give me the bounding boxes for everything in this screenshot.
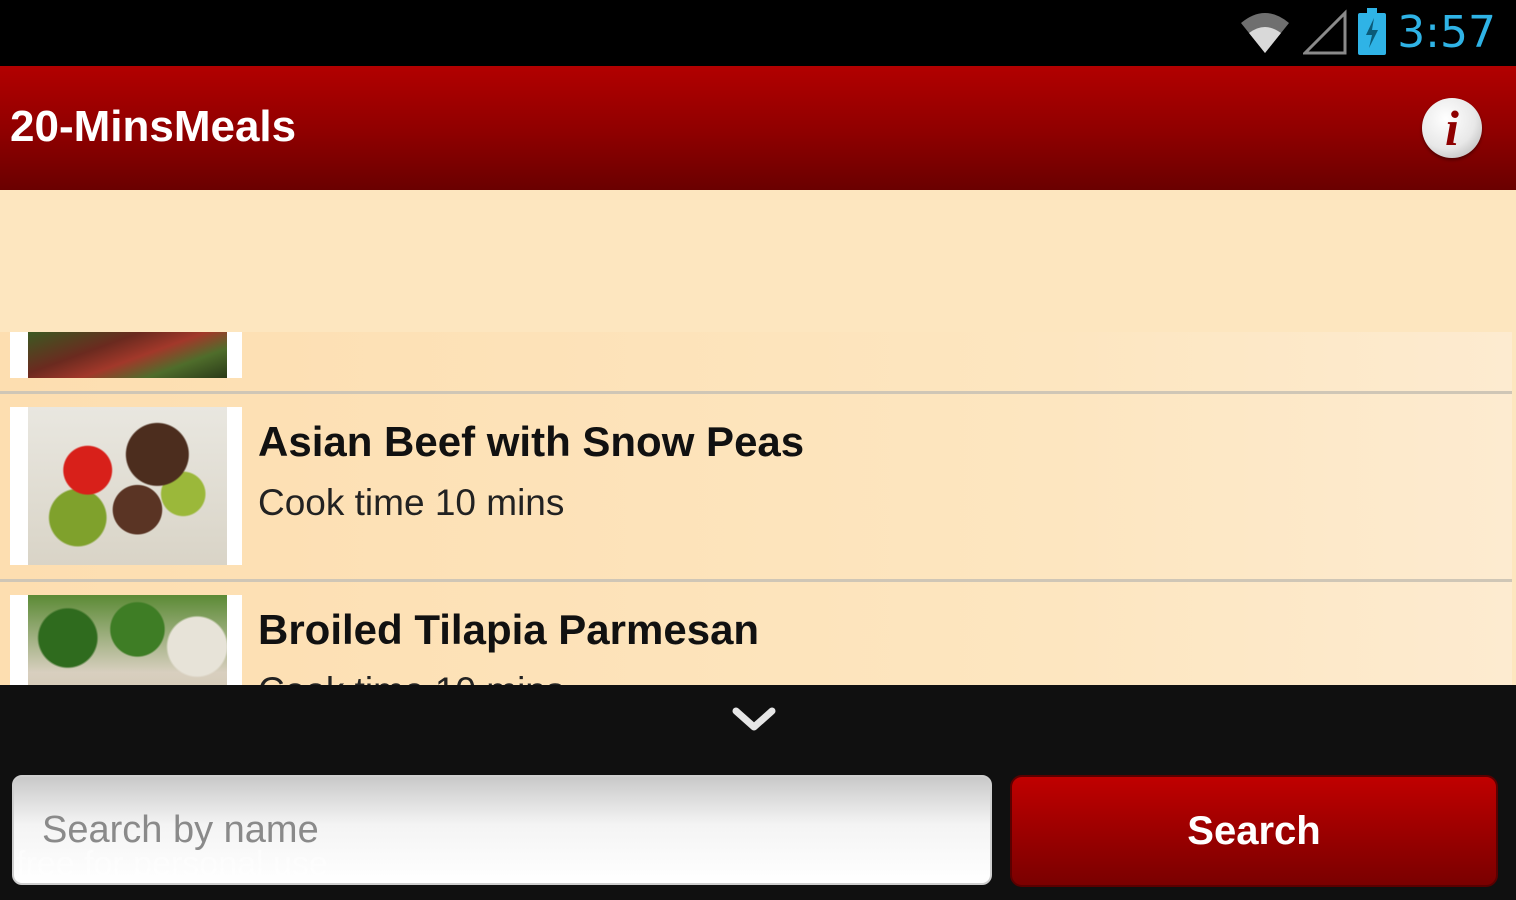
bottom-panel: free for personal use Search <box>0 685 1516 900</box>
info-icon: i <box>1445 100 1459 156</box>
wifi-icon <box>1241 13 1290 53</box>
recipe-thumbnail <box>10 595 242 685</box>
recipe-title: Asian Beef with Snow Peas <box>258 418 805 465</box>
recipe-list-item[interactable] <box>0 332 1512 394</box>
status-clock: 3:57 <box>1397 6 1496 58</box>
app-bar: 20-MinsMeals i <box>0 66 1516 190</box>
recipe-thumbnail <box>10 407 242 565</box>
search-input[interactable] <box>12 775 992 885</box>
search-button[interactable]: Search <box>1010 775 1498 887</box>
info-button[interactable]: i <box>1422 98 1482 158</box>
list-empty-area <box>0 190 1516 332</box>
chevron-down-icon[interactable] <box>730 705 778 735</box>
status-icons: 3:57 <box>1237 4 1496 60</box>
battery-charging-icon <box>1358 8 1387 55</box>
recipe-thumbnail <box>10 332 242 378</box>
recipe-cook-time: Cook time 10 mins <box>258 670 564 685</box>
recipe-list[interactable]: Asian Beef with Snow Peas Cook time 10 m… <box>0 190 1516 685</box>
recipe-list-item[interactable]: Broiled Tilapia Parmesan Cook time 10 mi… <box>0 582 1512 685</box>
status-bar: 3:57 <box>0 0 1516 66</box>
app-title: 20-MinsMeals <box>10 102 297 151</box>
recipe-list-item[interactable]: Asian Beef with Snow Peas Cook time 10 m… <box>0 394 1512 582</box>
recipe-title: Broiled Tilapia Parmesan <box>258 606 760 653</box>
recipe-cook-time: Cook time 10 mins <box>258 482 565 523</box>
signal-icon <box>1303 9 1347 55</box>
